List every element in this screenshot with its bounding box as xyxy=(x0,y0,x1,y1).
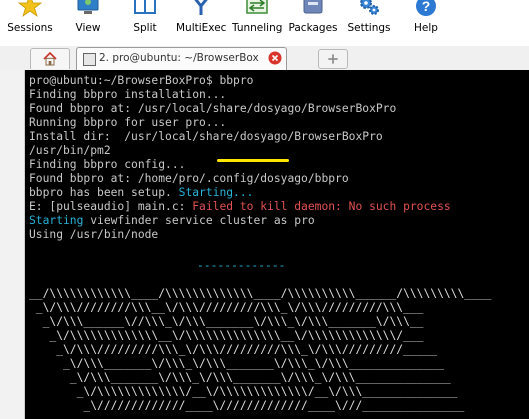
tunneling-icon xyxy=(246,0,268,14)
output-line: Finding bbpro installation... xyxy=(29,88,227,101)
ascii-art-line: _\/\\\_______\/\\\_\/\\\_______\/\\\_\/\… xyxy=(29,357,444,370)
tunneling-button[interactable]: Tunneling xyxy=(232,0,282,40)
home-icon xyxy=(43,51,57,66)
status-starting: Starting xyxy=(29,214,84,227)
output-line: Found bbpro at: /usr/local/share/dosyago… xyxy=(29,102,397,115)
output-text: viewfinder service cluster as pro xyxy=(83,214,315,227)
split-window-icon xyxy=(134,0,156,14)
gear-icon xyxy=(360,0,379,15)
close-icon[interactable] xyxy=(268,51,282,65)
error-line: E: [pulseaudio] main.c: Failed to kill d… xyxy=(29,200,451,214)
shell-prompt: pro@ubuntu:~/BrowserBoxPro$ xyxy=(29,74,220,87)
split-label: Split xyxy=(133,22,157,34)
view-button[interactable]: View xyxy=(66,0,110,40)
output-line: Finding bbpro config... xyxy=(29,158,186,171)
home-tab[interactable] xyxy=(30,48,70,69)
tunneling-label: Tunneling xyxy=(232,22,283,34)
ascii-art-line: _\/\\\_______\/\\\_\/\\\_______\/\\\_\/\… xyxy=(29,371,451,384)
status-starting: Starting... xyxy=(178,186,254,199)
sessions-button[interactable]: Sessions xyxy=(4,0,56,40)
output-line: Found bbpro at: /home/pro/.config/dosyag… xyxy=(29,172,349,185)
add-tab-icon xyxy=(328,54,338,64)
svg-text:?: ? xyxy=(422,0,431,14)
settings-label: Settings xyxy=(347,22,391,34)
output-line: Install dir: /usr/local/share/dosyago/Br… xyxy=(29,130,383,143)
ascii-art-line: _\/\\\////////\\\__\/\\\/////////\\\_\/\… xyxy=(29,301,424,314)
help-button[interactable]: ? Help xyxy=(408,0,444,40)
error-source: E: [pulseaudio] main.c: xyxy=(29,200,193,213)
help-label: Help xyxy=(414,22,438,34)
packages-button[interactable]: Packages xyxy=(288,0,338,40)
terminal-prompt-line: pro@ubuntu:~/BrowserBoxPro$ bbpro xyxy=(29,74,253,88)
output-line: Using /usr/bin/node xyxy=(29,228,159,241)
packages-icon xyxy=(303,0,323,14)
ascii-art-line: _\/\\\/////////\\\_\/\\\/////////\\\_\/\… xyxy=(29,343,438,356)
session-tab-bar: 2. pro@ubuntu: ~/BrowserBoxPro xyxy=(0,46,529,71)
new-tab-button[interactable] xyxy=(318,49,348,69)
error-message: Failed to kill daemon: No such process xyxy=(192,200,451,213)
command-highlight-underline xyxy=(217,159,289,162)
output-line: /usr/bin/pm2 xyxy=(29,144,111,157)
tab-terminal-label: 2. pro@ubuntu: ~/BrowserBoxPro xyxy=(99,52,259,64)
ascii-art-line: _\/\\\______\//\\\_\/\\\_______\/\\\_\/\… xyxy=(29,315,424,328)
star-icon xyxy=(18,0,42,18)
terminal-output[interactable]: pro@ubuntu:~/BrowserBoxPro$ bbpro Findin… xyxy=(25,70,529,419)
multiexec-icon xyxy=(194,0,208,15)
ascii-art-line: _\/\\\\\\\\\\\\\/__\/\\\\\\\\\\\\\/__\/\… xyxy=(29,385,458,398)
output-line: bbpro has been setup. Starting... xyxy=(29,186,253,200)
separator-line: ------------- xyxy=(197,259,286,272)
side-panel-strip xyxy=(0,70,25,419)
main-toolbar: Sessions View Split MultiExec Tunneling … xyxy=(0,0,529,46)
ascii-art-line: __/\\\\\\\\\\\\____/\\\\\\\\\\\\\____/\\… xyxy=(29,287,492,300)
packages-label: Packages xyxy=(288,22,338,34)
split-button[interactable]: Split xyxy=(125,0,165,40)
multiexec-button[interactable]: MultiExec xyxy=(176,0,226,40)
output-line: Running bbpro for user pro... xyxy=(29,116,227,129)
monitor-user-icon xyxy=(77,0,99,14)
sessions-label: Sessions xyxy=(7,22,53,34)
tab-terminal-session[interactable]: 2. pro@ubuntu: ~/BrowserBoxPro xyxy=(76,47,287,70)
terminal-tab-icon xyxy=(83,53,96,66)
ascii-art-line: _\/////////////____\/////////////____\//… xyxy=(29,399,465,412)
ascii-art-line: _\/\\\\\\\\\\\\\__\/\\\\\\\\\\\\\\__\/\\… xyxy=(29,329,424,342)
settings-button[interactable]: Settings xyxy=(346,0,392,40)
view-label: View xyxy=(75,22,101,34)
multiexec-label: MultiExec xyxy=(176,22,227,34)
help-icon: ? xyxy=(416,0,436,16)
output-line: Starting viewfinder service cluster as p… xyxy=(29,214,315,228)
typed-command: bbpro xyxy=(219,74,254,87)
output-text: bbpro has been setup. xyxy=(29,186,179,199)
